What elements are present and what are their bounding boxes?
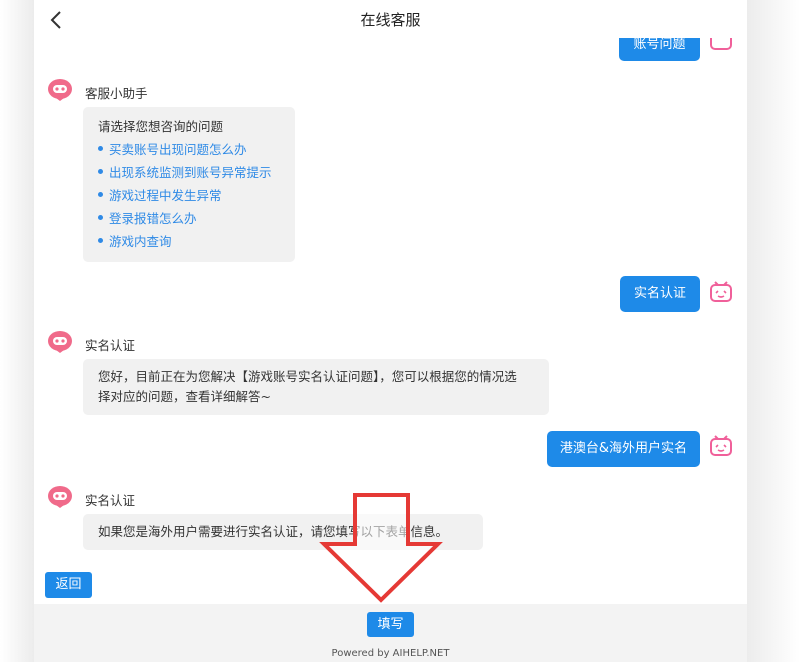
bot-avatar-icon	[48, 331, 72, 353]
bullet-icon	[98, 238, 103, 243]
left-shadow	[0, 0, 34, 662]
fill-form-button[interactable]: 填写	[367, 612, 414, 637]
bot-message-text: 如果您是海外用户需要进行实名认证，请您填写以下表单信息。	[98, 524, 449, 539]
user-avatar-icon	[710, 435, 732, 456]
bot-name: 实名认证	[85, 493, 136, 508]
user-message-text: 港澳台&海外用户实名	[559, 441, 688, 456]
bot-name: 实名认证	[85, 338, 136, 353]
user-message-real-name: 实名认证	[620, 276, 700, 312]
bot-message-form-request: 如果您是海外用户需要进行实名认证，请您填写以下表单信息。	[83, 514, 483, 550]
option-link[interactable]: 游戏内查询	[98, 230, 295, 253]
chat-window: 在线客服 账号问题 客服小助手 请选择您想咨询的问题 买卖账号出现问题怎么办 出…	[34, 0, 747, 662]
bot-avatar-icon	[48, 79, 72, 101]
bot-prompt-text: 请选择您想咨询的问题	[98, 119, 224, 134]
bullet-icon	[98, 192, 103, 197]
option-link[interactable]: 出现系统监测到账号异常提示	[98, 161, 295, 184]
bot-message-line: 择对应的问题，查看详细解答~	[98, 389, 271, 404]
bot-name: 客服小助手	[85, 86, 148, 101]
user-message-text: 实名认证	[633, 286, 686, 301]
bot-avatar-icon	[48, 486, 72, 508]
footer-bar: 填写 Powered by AIHELP.NET	[34, 604, 747, 662]
return-button[interactable]: 返回	[45, 572, 92, 598]
header-bar: 在线客服	[34, 0, 747, 38]
user-avatar-icon	[710, 281, 732, 302]
powered-by-text: Powered by AIHELP.NET	[331, 648, 450, 659]
bullet-icon	[98, 169, 103, 174]
user-message-text: 账号问题	[633, 37, 686, 52]
bot-message-options: 请选择您想咨询的问题 买卖账号出现问题怎么办 出现系统监测到账号异常提示 游戏过…	[83, 107, 295, 262]
page-title: 在线客服	[360, 11, 421, 29]
option-link[interactable]: 登录报错怎么办	[98, 207, 295, 230]
bot-message-line: 您好，目前正在为您解决【游戏账号实名认证问题】，您可以根据您的情况选	[98, 369, 517, 384]
bot-message-intro: 您好，目前正在为您解决【游戏账号实名认证问题】，您可以根据您的情况选 择对应的问…	[83, 359, 549, 415]
user-message-overseas: 港澳台&海外用户实名	[547, 431, 700, 467]
right-shadow	[747, 0, 800, 662]
bullet-icon	[98, 215, 103, 220]
bullet-icon	[98, 146, 103, 151]
option-link[interactable]: 买卖账号出现问题怎么办	[98, 138, 295, 161]
option-link[interactable]: 游戏过程中发生异常	[98, 184, 295, 207]
